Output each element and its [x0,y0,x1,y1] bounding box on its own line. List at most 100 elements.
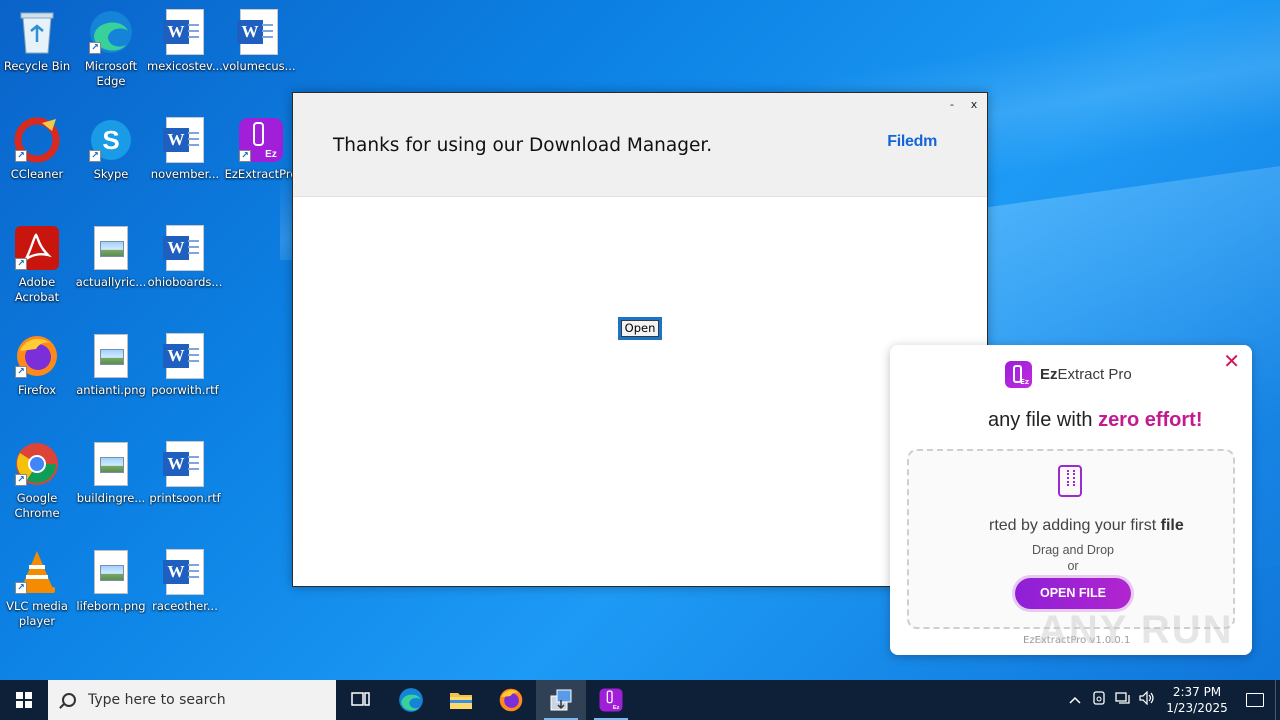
open-button-label: Open [621,320,659,337]
taskbar-firefox[interactable] [486,680,536,720]
shortcut-arrow-icon: ↗ [15,366,27,378]
notification-center-button[interactable] [1235,680,1275,720]
shortcut-arrow-icon: ↗ [89,150,101,162]
notification-icon [1246,693,1264,707]
desktop-icon-label: CCleaner [10,167,64,181]
desktop-icon-label: ohioboards... [147,275,223,289]
desktop-icon-recycle-bin[interactable]: Recycle Bin [0,8,74,108]
desktop-icon-png-file[interactable]: antianti.png [74,332,148,432]
desktop-icon-label: lifeborn.png [76,599,146,613]
png-file-icon [87,332,135,380]
volume-icon[interactable] [1135,690,1159,709]
shortcut-arrow-icon: ↗ [15,150,27,162]
desktop-icon-google-chrome[interactable]: ↗ Google Chrome [0,440,74,540]
clock-time: 2:37 PM [1172,685,1222,699]
png-file-icon [87,440,135,488]
taskbar: Type here to search Ez 2:37 PM 1/23/2025 [0,680,1280,720]
desktop-icon-adobe-acrobat[interactable]: ↗ Adobe Acrobat [0,224,74,324]
word-doc-icon: W [161,440,209,488]
desktop-icon-word-doc[interactable]: W printsoon.rtf [148,440,222,540]
desktop-icon-word-doc[interactable]: W volumecus... [222,8,296,108]
open-button[interactable]: Open [618,317,662,340]
desktop-icon-label: mexicostev... [147,59,223,73]
recycle-bin-icon [13,8,61,56]
shortcut-arrow-icon: ↗ [15,474,27,486]
ezextract-brand: EzExtract Pro [1040,366,1132,383]
or-text: or [1067,559,1079,573]
word-doc-icon: W [235,8,283,56]
task-view-icon [351,692,370,706]
close-button[interactable]: x [967,98,981,111]
word-doc-icon: W [161,224,209,272]
desktop-icon-label: poorwith.rtf [151,383,219,397]
desktop-icon-word-doc[interactable]: W raceother... [148,548,222,648]
desktop-icon-png-file[interactable]: actuallyric... [74,224,148,324]
windows-logo-icon [16,692,32,708]
system-tray: 2:37 PM 1/23/2025 [1063,680,1280,720]
desktop-icon-png-file[interactable]: lifeborn.png [74,548,148,648]
taskbar-file-explorer[interactable] [436,680,486,720]
shortcut-arrow-icon: ↗ [239,150,251,162]
search-placeholder: Type here to search [88,692,226,708]
clock-date: 1/23/2025 [1166,701,1228,715]
desktop-icon-word-doc[interactable]: W poorwith.rtf [148,332,222,432]
file-drop-zone[interactable]: rted by adding your first file Drag and … [907,449,1235,629]
ezextract-tagline: any file with zero effort! [988,409,1203,431]
taskbar-edge[interactable] [386,680,436,720]
desktop-icon-ccleaner[interactable]: ↗ CCleaner [0,116,74,216]
close-icon[interactable]: ✕ [1223,349,1240,373]
filedm-logo: Filedm [887,133,937,150]
show-desktop-button[interactable] [1275,680,1280,720]
desktop-icon-firefox[interactable]: ↗ Firefox [0,332,74,432]
desktop-icon-vlc[interactable]: ↗ VLC media player [0,548,74,648]
desktop-icon-label: antianti.png [76,383,146,397]
desktop-icon-skype[interactable]: S ↗ Skype [74,116,148,216]
start-button[interactable] [0,680,48,720]
word-doc-icon: W [161,8,209,56]
desktop-icon-label: Google Chrome [14,491,60,520]
taskbar-ezextract[interactable]: Ez [586,680,636,720]
folder-icon [450,693,472,709]
edge-icon: ↗ [87,8,135,56]
search-icon [62,693,76,707]
task-view-button[interactable] [336,680,386,720]
ezextract-icon: Ez [599,688,623,712]
desktop-icon-word-doc[interactable]: W mexicostev... [147,8,223,108]
anyrun-watermark: ANY RUN [1038,608,1234,652]
desktop-icon-label: Adobe Acrobat [14,275,60,304]
desktop-icon-label: november... [150,167,220,181]
desktop-icon-microsoft-edge[interactable]: ↗ Microsoft Edge [74,8,148,108]
taskbar-clock[interactable]: 2:37 PM 1/23/2025 [1159,684,1235,716]
desktop-icon-word-doc[interactable]: W ohioboards... [148,224,222,324]
desktop-icon-word-doc[interactable]: W november... [148,116,222,216]
network-icon[interactable] [1111,691,1135,709]
chrome-icon: ↗ [13,440,61,488]
vlc-icon: ↗ [13,548,61,596]
skype-icon: S ↗ [87,116,135,164]
zip-file-icon [1058,465,1082,497]
desktop-icon-png-file[interactable]: buildingre... [74,440,148,540]
minimize-button[interactable]: - [945,98,959,111]
word-doc-icon: W [161,332,209,380]
chevron-up-icon[interactable] [1063,693,1087,708]
svg-text:Ez: Ez [613,705,620,711]
taskbar-search-box[interactable]: Type here to search [48,680,336,720]
taskbar-download-manager[interactable] [536,680,586,720]
word-doc-icon: W [161,116,209,164]
installer-icon [550,689,572,711]
shortcut-arrow-icon: ↗ [89,42,101,54]
ccleaner-icon: ↗ [13,116,61,164]
desktop-icon-ezextract-pro[interactable]: Ez ↗ EzExtractPro [224,116,298,216]
download-manager-header: Thanks for using our Download Manager. F… [293,93,987,197]
desktop-icon-label: actuallyric... [75,275,147,289]
open-file-button[interactable]: OPEN FILE [1015,578,1131,609]
drag-drop-text: Drag and Drop [1032,543,1114,557]
desktop-icon-label: Skype [93,167,129,181]
desktop-icon-label: Firefox [17,383,57,397]
device-icon[interactable] [1087,691,1111,709]
download-manager-window: Thanks for using our Download Manager. F… [292,92,988,587]
get-started-text: rted by adding your first file [989,517,1184,534]
desktop-icon-label: Microsoft Edge [84,59,138,88]
ezextract-header: Ez EzExtract Pro [1005,361,1132,388]
desktop-icon-label: raceother... [152,599,218,613]
